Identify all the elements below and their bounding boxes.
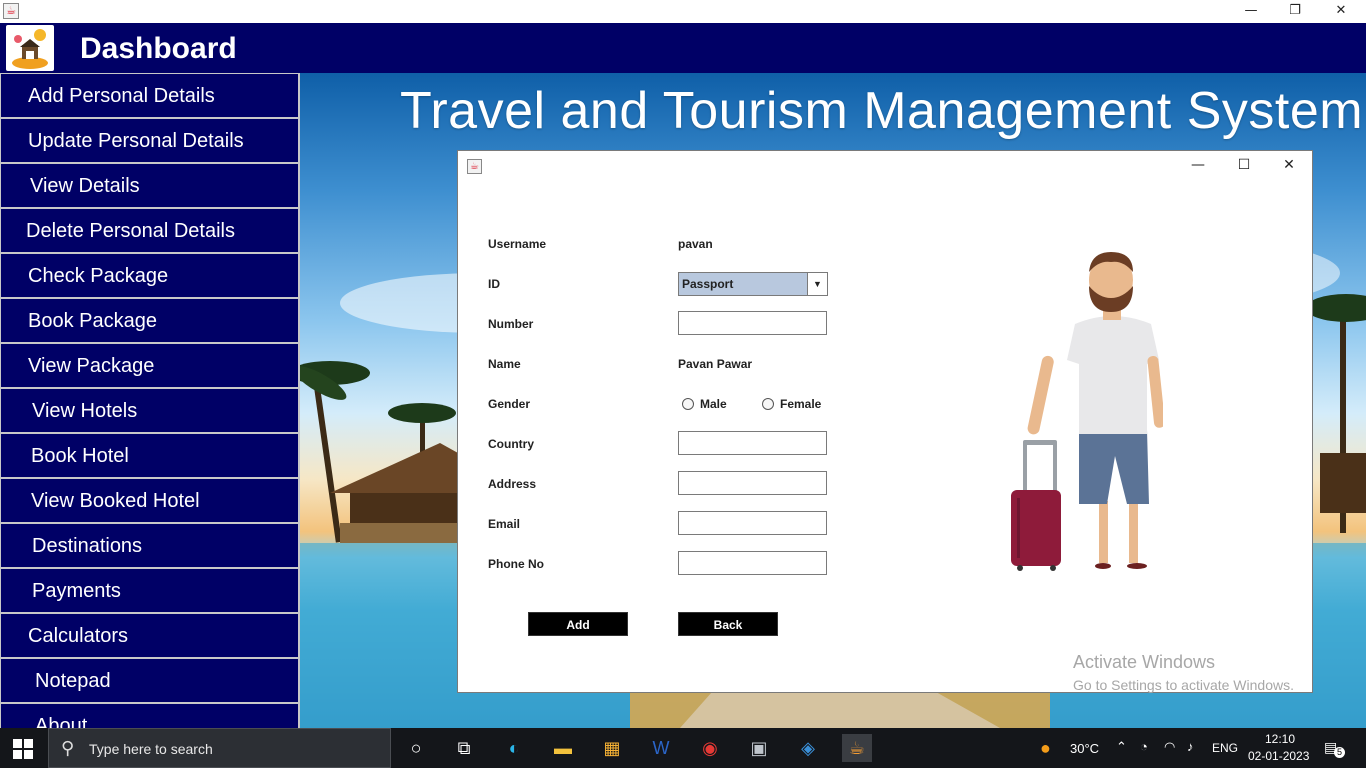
sidebar-item-view-package[interactable]: View Package: [0, 343, 300, 388]
radio-circle-icon[interactable]: [762, 398, 774, 410]
virtualbox-icon[interactable]: ◈: [793, 734, 823, 762]
username-label: Username: [488, 237, 547, 251]
sidebar-item-destinations[interactable]: Destinations: [0, 523, 300, 568]
dialog-minimize-button[interactable]: —: [1175, 151, 1221, 181]
activate-windows-hint: Go to Settings to activate Windows.: [1073, 677, 1294, 693]
word-icon[interactable]: W: [646, 734, 676, 762]
sidebar-item-delete-personal-details[interactable]: Delete Personal Details: [0, 208, 300, 253]
address-input[interactable]: [678, 471, 827, 495]
sidebar-item-calculators[interactable]: Calculators: [0, 613, 300, 658]
search-icon: ⚲: [61, 738, 75, 758]
sidebar-item-view-booked-hotel[interactable]: View Booked Hotel: [0, 478, 300, 523]
sidebar-item-payments[interactable]: Payments: [0, 568, 300, 613]
dialog-maximize-button[interactable]: ☐: [1221, 151, 1267, 181]
travel-logo-icon: [6, 25, 54, 71]
cortana-icon[interactable]: ○: [401, 734, 431, 762]
window-minimize-button[interactable]: —: [1228, 0, 1274, 23]
chevron-up-icon[interactable]: ⌃: [1116, 739, 1127, 768]
windows-taskbar: ⚲ Type here to search ○ ⧉ ◐ ▬ ▦ W ◉ ▣ ◈ …: [0, 728, 1366, 768]
add-personal-details-dialog: ☕ — ☐ ✕ Username pavan ID Passport ▼ Num…: [457, 150, 1313, 693]
sidebar-item-notepad[interactable]: Notepad: [0, 658, 300, 703]
gender-male-label: Male: [700, 397, 727, 411]
activate-windows-watermark: Activate Windows: [1073, 652, 1216, 672]
file-explorer-icon[interactable]: ▬: [548, 734, 578, 762]
search-placeholder: Type here to search: [89, 741, 213, 757]
volume-icon[interactable]: ♪: [1187, 739, 1194, 768]
radio-circle-icon[interactable]: [682, 398, 694, 410]
java-app-icon: ☕: [3, 3, 19, 19]
back-button[interactable]: Back: [678, 612, 778, 636]
chrome-icon[interactable]: ◉: [695, 734, 725, 762]
edge-icon[interactable]: ◐: [499, 734, 529, 762]
clock-date[interactable]: 02-01-2023: [1248, 749, 1309, 768]
number-input[interactable]: [678, 311, 827, 335]
sidebar-item-check-package[interactable]: Check Package: [0, 253, 300, 298]
phone-input[interactable]: [678, 551, 827, 575]
phone-label: Phone No: [488, 557, 544, 571]
address-label: Address: [488, 477, 537, 491]
country-label: Country: [488, 437, 534, 451]
windows-start-icon[interactable]: [12, 738, 34, 760]
sidebar-item-view-details[interactable]: View Details: [0, 163, 300, 208]
name-value: Pavan Pawar: [678, 357, 753, 371]
wifi-icon[interactable]: ◠: [1164, 739, 1175, 768]
network-icon[interactable]: ◔: [1140, 739, 1148, 768]
name-label: Name: [488, 357, 521, 371]
taskbar-search-box[interactable]: ⚲ Type here to search: [48, 728, 391, 768]
sidebar-item-update-personal-details[interactable]: Update Personal Details: [0, 118, 300, 163]
dialog-titlebar: ☕ — ☐ ✕: [458, 151, 1312, 181]
sidebar: Add Personal Details Update Personal Det…: [0, 73, 300, 728]
add-button[interactable]: Add: [528, 612, 628, 636]
id-type-selected-value: Passport: [682, 277, 734, 291]
java-app-icon: ☕: [467, 159, 482, 174]
id-label: ID: [488, 277, 500, 291]
app-titlebar: ☕ — ❐ ✕: [0, 0, 1366, 23]
gender-female-label: Female: [780, 397, 822, 411]
sidebar-item-about[interactable]: About: [0, 703, 300, 728]
sidebar-item-add-personal-details[interactable]: Add Personal Details: [0, 73, 300, 118]
notification-count-badge: 5: [1334, 747, 1345, 758]
sidebar-item-book-hotel[interactable]: Book Hotel: [0, 433, 300, 478]
number-label: Number: [488, 317, 534, 331]
window-close-button[interactable]: ✕: [1318, 0, 1364, 23]
dashboard-title: Dashboard: [80, 32, 237, 65]
id-type-select[interactable]: Passport ▼: [678, 272, 828, 296]
task-view-icon[interactable]: ⧉: [449, 734, 479, 762]
country-input[interactable]: [678, 431, 827, 455]
weather-sun-icon[interactable]: ●: [1040, 738, 1051, 768]
sidebar-item-view-hotels[interactable]: View Hotels: [0, 388, 300, 433]
traveler-illustration: [1011, 252, 1163, 571]
weather-temperature[interactable]: 30°C: [1070, 741, 1099, 768]
sidebar-item-book-package[interactable]: Book Package: [0, 298, 300, 343]
store-icon[interactable]: ▦: [597, 734, 627, 762]
chevron-down-icon[interactable]: ▼: [807, 273, 827, 295]
gender-label: Gender: [488, 397, 531, 411]
system-title-banner: Travel and Tourism Management System: [400, 82, 1364, 140]
gender-male-radio[interactable]: Male: [682, 397, 727, 411]
username-value: pavan: [678, 237, 713, 251]
dashboard-header: Dashboard: [0, 23, 1366, 73]
email-input[interactable]: [678, 511, 827, 535]
language-indicator[interactable]: ENG: [1212, 741, 1238, 768]
dialog-close-button[interactable]: ✕: [1266, 151, 1312, 181]
email-label: Email: [488, 517, 521, 531]
java-icon[interactable]: ☕: [842, 734, 872, 762]
gender-female-radio[interactable]: Female: [762, 397, 821, 411]
window-restore-button[interactable]: ❐: [1272, 0, 1318, 23]
photos-icon[interactable]: ▣: [744, 734, 774, 762]
